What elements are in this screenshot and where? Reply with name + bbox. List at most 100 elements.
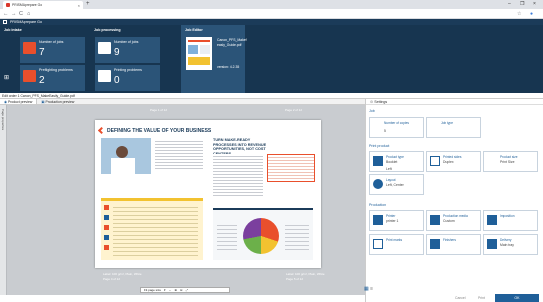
close-tab-icon[interactable]: × [78,3,80,8]
page-label-right: Page 2 of 12 [285,108,303,112]
window-close-button[interactable]: × [533,1,536,7]
tab-production-preview[interactable]: ▣ Production preview [37,99,78,104]
job-file-name: Canon_PFS_Makef easly_Guide.pdf [217,38,247,47]
callout-box [267,154,315,182]
gear-icon: ⚙ [370,100,374,104]
tile-label: Preflighting problems [39,68,73,72]
job-intake-panel: Job intake Number of jobs 7 Preflighting… [0,25,90,93]
printer-icon [98,42,111,54]
card-label: Production media [443,214,468,218]
job-editor-panel[interactable]: Job Editor Canon_PFS_Makef easly_Guide.p… [181,25,247,93]
card-value: Left, Center [386,183,404,187]
tab-title: PRISMAprepare Go [12,3,43,7]
document-thumbnail[interactable] [186,37,212,70]
card-delivery[interactable]: Delivery Main tray [483,234,538,255]
cancel-button[interactable]: Cancel [455,295,466,302]
intake-preflight-tile[interactable]: Preflighting problems 2 [20,65,85,91]
zoom-select[interactable]: Fit page size [144,288,161,292]
card-imposition[interactable]: Imposition [483,210,538,231]
profile-icon[interactable]: ● [530,10,533,18]
layout-icon [373,179,383,189]
forward-button[interactable]: → [11,10,17,18]
settings-header: ⚙ Settings [366,99,543,105]
card-printed-sides[interactable]: Printed sides Duplex [426,151,481,172]
star-icon[interactable]: ☆ [517,10,521,18]
tab-product-preview[interactable]: ◉ Product preview [0,99,38,104]
card-label: Printed sides [443,155,462,159]
print-button[interactable]: Print [478,295,485,302]
card-finishers[interactable]: Finishers [426,234,481,255]
card-label: Job type [441,121,454,125]
job-processing-header: Job processing [94,28,121,32]
card-layout[interactable]: Layout Left, Center [369,174,424,195]
media-label-right: Label: 100 g/m², Plain, White [286,272,325,276]
document-spread[interactable]: DEFINING THE VALUE OF YOUR BUSINESS TURN… [95,120,321,268]
card-label: Number of copies [384,121,409,125]
imposition-icon [487,215,497,225]
card-label: Product size [500,155,518,159]
zoom-toolbar: Fit page size ▾ ⇔ ⊕ ⊖ ⤢ [140,287,230,293]
card-number-of-copies[interactable]: Number of copies 5 [369,117,424,138]
card-production-media[interactable]: Production media Custom [426,210,481,231]
warning-icon [23,70,36,82]
card-value: Duplex [443,160,454,164]
home-button[interactable]: ⌂ [27,10,30,18]
printer-icon [373,215,383,225]
card-value-2: Left [386,167,392,171]
media-icon [430,215,440,225]
tile-value: 2 [39,75,45,86]
processing-jobs-tile[interactable]: Number of jobs 9 [95,37,160,63]
new-tab-button[interactable]: + [86,1,90,8]
card-label: Delivery [500,238,512,242]
grid-icon[interactable]: ⊞ [4,74,9,81]
tile-label: Printing problems [114,68,142,72]
card-product-type[interactable]: Product type Booklet Left [369,151,424,172]
chevron-down-icon[interactable]: ▾ [164,288,166,292]
printer-warning-icon [98,70,111,82]
settings-title: Settings [374,100,388,104]
job-version: version: 4.2.35 [217,65,240,69]
fit-width-icon[interactable]: ⇔ [169,288,172,292]
delivery-icon [487,239,497,249]
media-page-left: Page 4 of 12 [103,277,121,281]
section-production: Production [369,203,387,207]
jobs-icon [23,42,36,54]
zoom-in-icon[interactable]: ⊕ [175,288,178,292]
right-text-block [213,154,263,198]
card-printer[interactable]: Printer printer 1 [369,210,424,231]
browser-tab[interactable]: PRISMAprepare Go × [3,1,83,9]
card-label: Finishers [443,238,456,242]
view-toggle: ▦ ≡ [364,286,373,292]
fullscreen-icon[interactable]: ⤢ [186,288,188,292]
finisher-icon [430,239,440,249]
strip-label: Page properties [1,109,5,131]
tile-label: Number of jobs [114,40,139,44]
processing-problems-tile[interactable]: Printing problems 0 [95,65,160,91]
card-job-type[interactable]: Job type [426,117,481,138]
list-view-icon[interactable]: ≡ [370,286,373,292]
job-editor-header: Job Editor [185,28,203,32]
card-value: Main tray [500,243,514,247]
tile-value: 7 [39,47,45,58]
ok-button[interactable]: OK [495,294,539,302]
card-label: Printer [386,214,396,218]
card-product-size[interactable]: Product size Print Size [483,151,538,172]
card-value: 5 [384,129,386,133]
sheet-icon: ▣ [41,99,45,104]
zoom-out-icon[interactable]: ⊖ [180,288,183,292]
restore-button[interactable]: ❐ [520,1,524,7]
tile-value: 9 [114,47,120,58]
section-print-product: Print product [369,144,390,148]
intake-jobs-tile[interactable]: Number of jobs 7 [20,37,85,63]
page-properties-strip[interactable]: Page properties [0,105,7,295]
chevron-logo-icon [97,126,106,135]
photo-image [101,138,151,174]
reload-button[interactable]: C [19,10,23,18]
left-heading: DEFINING THE VALUE OF YOUR BUSINESS [107,128,212,134]
minimize-button[interactable]: – [508,1,511,7]
tab-label: Production preview [45,99,75,104]
chart-figure [213,208,313,260]
card-print-marks[interactable]: Print marks [369,234,424,255]
back-button[interactable]: ← [3,10,9,18]
grid-view-icon[interactable]: ▦ [364,286,369,292]
